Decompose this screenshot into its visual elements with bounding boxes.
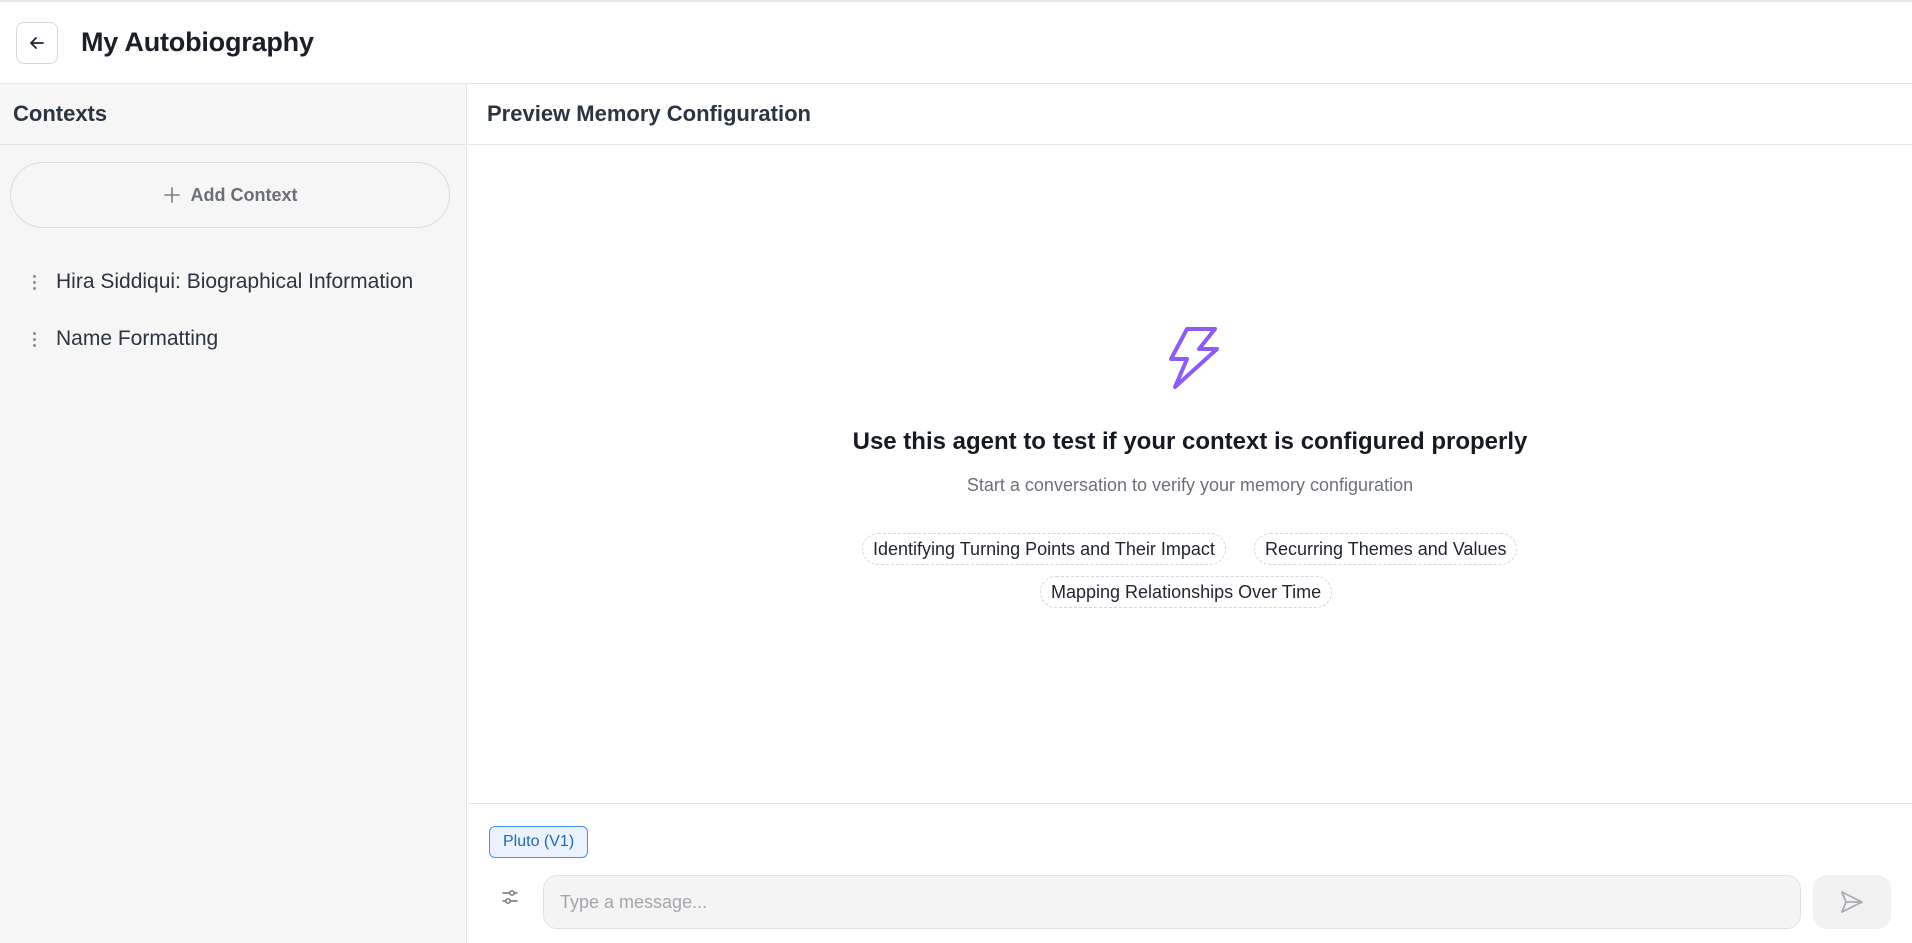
sliders-icon <box>502 890 518 904</box>
contexts-sidebar: Contexts Add Context Hira Siddiqui: Biog… <box>0 84 467 943</box>
page-header: My Autobiography <box>0 2 1912 84</box>
empty-state: Use this agent to test if your context i… <box>468 145 1912 803</box>
sidebar-header: Contexts <box>0 84 466 145</box>
context-label: Hira Siddiqui: Biographical Information <box>56 270 414 293</box>
suggestion-chip[interactable]: Recurring Themes and Values <box>1254 533 1518 565</box>
message-composer: Pluto (V1) <box>468 803 1912 943</box>
plus-icon <box>163 187 180 203</box>
suggestion-chip[interactable]: Identifying Turning Points and Their Imp… <box>862 533 1226 565</box>
empty-state-subtitle: Start a conversation to verify your memo… <box>966 475 1414 495</box>
sidebar-item-biographical-information[interactable]: Hira Siddiqui: Biographical Information <box>24 262 444 302</box>
arrow-left-icon <box>30 37 44 49</box>
model-selector[interactable]: Pluto (V1) <box>489 826 589 858</box>
send-icon <box>1841 891 1863 913</box>
lightning-bolt-icon <box>1169 327 1219 389</box>
main-title: Preview Memory Configuration <box>487 101 811 126</box>
suggestion-chip[interactable]: Mapping Relationships Over Time <box>1040 576 1333 608</box>
context-label: Name Formatting <box>56 327 219 350</box>
kebab-menu-icon[interactable] <box>24 274 44 290</box>
sidebar-title: Contexts <box>13 101 108 126</box>
add-context-button[interactable]: Add Context <box>10 162 450 228</box>
page-title: My Autobiography <box>81 27 314 57</box>
settings-button[interactable] <box>490 877 530 917</box>
message-input[interactable] <box>543 875 1801 929</box>
back-button[interactable] <box>16 22 58 64</box>
sidebar-item-name-formatting[interactable]: Name Formatting <box>24 319 444 359</box>
kebab-menu-icon[interactable] <box>24 331 44 347</box>
add-context-label: Add Context <box>190 184 298 205</box>
send-button[interactable] <box>1813 875 1891 929</box>
main-header: Preview Memory Configuration <box>468 84 1912 145</box>
empty-state-title: Use this agent to test if your context i… <box>852 428 1528 455</box>
